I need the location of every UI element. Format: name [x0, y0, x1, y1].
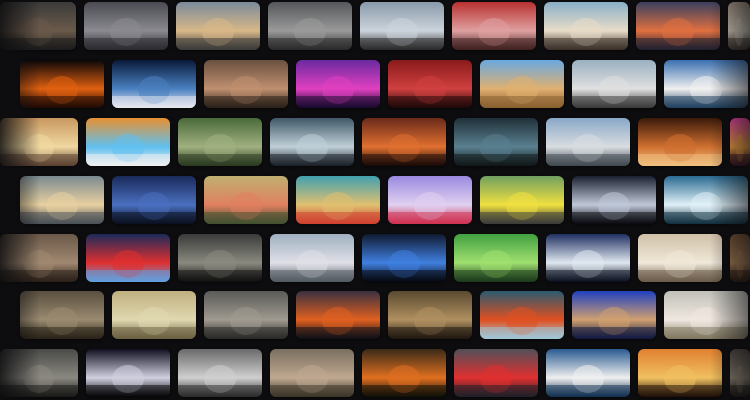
video-thumbnail-kangaroo-field[interactable]: [112, 291, 196, 339]
video-thumbnail-black-cat[interactable]: [178, 234, 262, 282]
video-thumbnail-warehouse[interactable]: [84, 2, 168, 50]
video-thumbnail-red-car-tunnel[interactable]: [86, 234, 170, 282]
video-thumbnail-red-studio[interactable]: [388, 60, 472, 108]
video-thumbnail-golden-dog[interactable]: [20, 176, 104, 224]
video-thumbnail-violinist[interactable]: [638, 118, 722, 166]
video-thumbnail-diner-group[interactable]: [204, 60, 288, 108]
video-thumbnail-crowd-street[interactable]: [204, 291, 288, 339]
video-thumbnail-soccer-players[interactable]: [480, 176, 564, 224]
video-thumbnail-girls-cheer[interactable]: [388, 176, 472, 224]
video-thumbnail-astronaut-earth[interactable]: [112, 60, 196, 108]
video-thumbnail-park-bench[interactable]: [178, 118, 262, 166]
video-thumbnail-photographer-city[interactable]: [546, 118, 630, 166]
video-thumbnail-surfer-wave[interactable]: [664, 176, 748, 224]
video-thumbnail-soldier-helmet[interactable]: [454, 118, 538, 166]
video-thumbnail-tornado-field[interactable]: [270, 349, 354, 397]
video-thumbnail-pink-neon[interactable]: [730, 118, 750, 166]
video-thumbnail-black-hole[interactable]: [20, 60, 104, 108]
video-thumbnail-kids-red[interactable]: [452, 2, 536, 50]
video-thumbnail-boat-rower[interactable]: [480, 291, 564, 339]
video-thumbnail-couple-sea[interactable]: [544, 2, 628, 50]
video-thumbnail-guitar-hands[interactable]: [572, 291, 656, 339]
video-thumbnail-wood-edge[interactable]: [730, 234, 750, 282]
video-thumbnail-figure-edge[interactable]: [730, 349, 750, 397]
video-thumbnail-beach-walker[interactable]: [638, 234, 722, 282]
video-thumbnail-festival-crowd[interactable]: [86, 349, 170, 397]
video-thumbnail-jet-plane[interactable]: [270, 234, 354, 282]
video-thumbnail-haunted-house[interactable]: [270, 118, 354, 166]
video-thumbnail-room-edge[interactable]: [0, 234, 78, 282]
video-thumbnail-angel-sunset[interactable]: [638, 349, 722, 397]
video-thumbnail-wall: [0, 0, 750, 400]
video-thumbnail-concert-crowd[interactable]: [546, 234, 630, 282]
video-thumbnail-machine-gear[interactable]: [572, 176, 656, 224]
video-thumbnail-city-fire[interactable]: [296, 291, 380, 339]
video-thumbnail-woman-field[interactable]: [204, 176, 288, 224]
video-thumbnail-city-night[interactable]: [636, 2, 720, 50]
video-thumbnail-dark-street[interactable]: [0, 2, 76, 50]
video-thumbnail-white-village[interactable]: [664, 60, 748, 108]
video-thumbnail-columns[interactable]: [0, 118, 78, 166]
video-thumbnail-food-table[interactable]: [296, 176, 380, 224]
video-thumbnail-mist-edge[interactable]: [0, 349, 78, 397]
video-thumbnail-car-dog[interactable]: [176, 2, 260, 50]
video-thumbnail-race-cars[interactable]: [454, 349, 538, 397]
video-thumbnail-person-window[interactable]: [728, 2, 750, 50]
video-thumbnail-concert-purple[interactable]: [296, 60, 380, 108]
video-thumbnail-gray-interior[interactable]: [268, 2, 352, 50]
video-thumbnail-yacht-sea[interactable]: [546, 349, 630, 397]
video-thumbnail-skater[interactable]: [360, 2, 444, 50]
video-thumbnail-speaker-stage[interactable]: [362, 234, 446, 282]
video-thumbnail-green-dragon[interactable]: [454, 234, 538, 282]
video-thumbnail-giraffe-desert[interactable]: [480, 60, 564, 108]
video-thumbnail-soldiers-fire[interactable]: [362, 349, 446, 397]
video-thumbnail-beach-kids[interactable]: [664, 291, 748, 339]
video-thumbnail-skydiver[interactable]: [178, 349, 262, 397]
video-thumbnail-singer-stage[interactable]: [362, 118, 446, 166]
video-thumbnail-news-desk[interactable]: [112, 176, 196, 224]
video-thumbnail-robot-orange[interactable]: [86, 118, 170, 166]
video-thumbnail-knight[interactable]: [20, 291, 104, 339]
video-thumbnail-spacesuit[interactable]: [388, 291, 472, 339]
video-thumbnail-archer[interactable]: [572, 60, 656, 108]
